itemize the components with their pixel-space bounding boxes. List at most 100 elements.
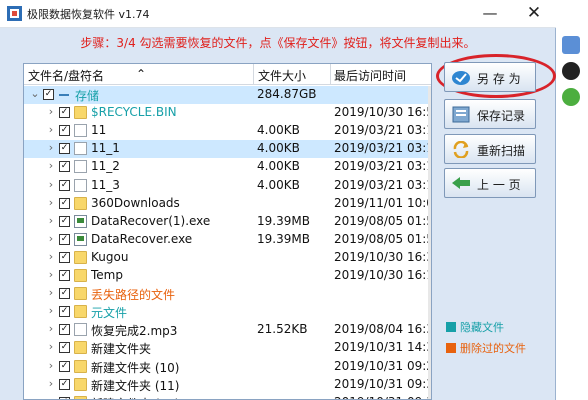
tree-row[interactable]: › ✓ 丢失路径的文件 bbox=[24, 285, 431, 303]
tree-row[interactable]: › ✓ 恢复完成2.mp3 21.52KB 2019/08/04 16:3 bbox=[24, 321, 431, 339]
tree-row[interactable]: › ✓ Temp 2019/10/30 16:1 bbox=[24, 267, 431, 285]
row-name: 新建文件夹 (11) bbox=[91, 378, 180, 393]
expand-chevron-icon[interactable]: › bbox=[46, 250, 56, 263]
expand-chevron-icon[interactable]: › bbox=[46, 340, 56, 353]
expand-chevron-icon[interactable]: › bbox=[46, 322, 56, 335]
tree-row[interactable]: › ✓ $RECYCLE.BIN 2019/10/30 16:5 bbox=[24, 104, 431, 122]
expand-chevron-icon[interactable]: › bbox=[46, 159, 56, 172]
row-checkbox[interactable]: ✓ bbox=[59, 342, 70, 354]
minimize-button[interactable]: — bbox=[468, 0, 512, 28]
row-date: 2019/03/21 03:1 bbox=[334, 123, 432, 138]
tree-row[interactable]: › ✓ 新建文件夹 (11) 2019/10/31 09:3 bbox=[24, 376, 431, 394]
title-bar[interactable]: 极限数据恢复软件 v1.74 — ✕ bbox=[0, 0, 556, 28]
save-as-button[interactable]: 另 存 为 bbox=[444, 62, 536, 92]
expand-chevron-icon[interactable]: › bbox=[46, 232, 56, 245]
expand-chevron-icon[interactable]: › bbox=[46, 304, 56, 317]
collapse-chevron-icon[interactable]: ⌄ bbox=[30, 87, 40, 100]
expand-chevron-icon[interactable]: › bbox=[46, 268, 56, 281]
row-checkbox[interactable]: ✓ bbox=[59, 197, 70, 209]
tree-row[interactable]: › ✓ 11 4.00KB 2019/03/21 03:1 bbox=[24, 122, 432, 140]
column-name-header[interactable]: 文件名/盘符名 bbox=[28, 67, 104, 84]
orange-swatch bbox=[446, 343, 456, 353]
row-name: Kugou bbox=[91, 249, 129, 264]
tree-row[interactable]: › ✓ DataRecover(1).exe 19.39MB 2019/08/05 01… bbox=[24, 213, 432, 231]
refresh-icon bbox=[453, 141, 469, 158]
row-size: 21.52KB bbox=[257, 322, 308, 337]
row-checkbox[interactable]: ✓ bbox=[59, 324, 70, 336]
close-button[interactable]: ✕ bbox=[512, 0, 556, 28]
row-checkbox[interactable]: ✓ bbox=[59, 143, 70, 155]
tree-row[interactable]: › ✓ 11_3 4.00KB 2019/03/21 03:1 bbox=[24, 177, 431, 195]
status-icon[interactable] bbox=[562, 88, 580, 106]
expand-chevron-icon[interactable]: › bbox=[46, 141, 56, 154]
tree-row[interactable]: › ✓ 新建文件夹 (10) 2019/10/31 09:2 bbox=[24, 358, 431, 376]
qq-icon[interactable] bbox=[562, 62, 580, 80]
step-instruction: 步骤：3/4 勾选需要恢复的文件，点《保存文件》按钮，将文件复制出来。 bbox=[80, 36, 476, 50]
file-tree[interactable]: 文件名/盘符名 ⌃ 文件大小 最后访问时间 ⌄ ✓ 存储 284.87GB › ✓ $REC… bbox=[23, 63, 432, 400]
tree-row[interactable]: › ✓ Kugou 2019/10/30 16:3 bbox=[24, 249, 431, 267]
folder-icon bbox=[74, 106, 87, 120]
expand-chevron-icon[interactable]: › bbox=[46, 377, 56, 390]
row-name: 11_3 bbox=[91, 177, 120, 192]
row-checkbox[interactable]: ✓ bbox=[43, 89, 54, 100]
expand-chevron-icon[interactable]: › bbox=[46, 214, 56, 227]
expand-chevron-icon[interactable]: › bbox=[46, 105, 56, 118]
row-name: 元文件 bbox=[91, 306, 128, 321]
expand-chevron-icon[interactable]: › bbox=[46, 196, 56, 209]
tree-root-row[interactable]: ⌄ ✓ 存储 284.87GB bbox=[24, 86, 431, 104]
row-size: 4.00KB bbox=[257, 141, 300, 156]
previous-page-button[interactable]: 上 一 页 bbox=[444, 168, 536, 198]
row-name: 360Downloads bbox=[91, 195, 180, 210]
folder-icon bbox=[74, 341, 87, 355]
row-size: 19.39MB bbox=[257, 231, 310, 246]
row-date: 2019/03/21 03:1 bbox=[334, 141, 432, 156]
row-checkbox[interactable]: ✓ bbox=[59, 125, 70, 137]
row-checkbox[interactable]: ✓ bbox=[59, 107, 70, 119]
app-logo-icon bbox=[7, 6, 22, 21]
column-divider[interactable] bbox=[330, 64, 331, 85]
row-name: Temp bbox=[91, 268, 123, 282]
tree-row[interactable]: ›✓新建文件夹 (12)2019/10/31 09:3 bbox=[24, 394, 431, 399]
row-checkbox[interactable]: ✓ bbox=[59, 288, 70, 300]
log-icon bbox=[452, 106, 470, 123]
tree-row[interactable]: › ✓ 11_2 4.00KB 2019/03/21 03:1 bbox=[24, 158, 432, 176]
row-name: 恢复完成2.mp3 bbox=[91, 324, 178, 339]
folder-icon bbox=[74, 395, 87, 399]
row-checkbox[interactable]: ✓ bbox=[59, 215, 70, 227]
row-checkbox[interactable]: ✓ bbox=[59, 306, 70, 318]
expand-chevron-icon[interactable]: › bbox=[46, 286, 56, 299]
column-date-header[interactable]: 最后访问时间 bbox=[334, 67, 406, 84]
expand-chevron-icon[interactable]: › bbox=[46, 178, 56, 191]
save-log-button[interactable]: 保存记录 bbox=[444, 99, 536, 129]
row-checkbox[interactable]: ✓ bbox=[59, 251, 70, 263]
row-date: 2019/03/21 03:1 bbox=[334, 159, 432, 174]
expand-chevron-icon[interactable]: › bbox=[46, 395, 56, 399]
tree-row[interactable]: › ✓ 11_1 4.00KB 2019/03/21 03:1 bbox=[24, 140, 432, 159]
drive-icon bbox=[59, 94, 69, 96]
tree-row[interactable]: › ✓ 新建文件夹 2019/10/31 14:3 bbox=[24, 339, 431, 357]
row-checkbox[interactable]: ✓ bbox=[59, 233, 70, 245]
row-date: 2019/10/31 09:3 bbox=[334, 395, 431, 399]
expand-chevron-icon[interactable]: › bbox=[46, 359, 56, 372]
tree-row[interactable]: › ✓ 元文件 bbox=[24, 303, 431, 321]
column-divider[interactable] bbox=[253, 64, 254, 85]
tree-row[interactable]: › ✓ DataRecover.exe 19.39MB 2019/08/05 01:5 bbox=[24, 231, 431, 249]
row-checkbox[interactable]: ✓ bbox=[59, 161, 70, 173]
row-checkbox[interactable]: ✓ bbox=[59, 378, 70, 390]
row-date: 2019/08/05 01:5 bbox=[334, 213, 432, 228]
row-checkbox[interactable]: ✓ bbox=[59, 179, 70, 191]
tree-row[interactable]: › ✓ 360Downloads 2019/11/01 10:0 bbox=[24, 195, 431, 213]
row-size: 4.00KB bbox=[257, 123, 300, 138]
row-checkbox[interactable]: ✓ bbox=[59, 360, 70, 372]
row-checkbox[interactable]: ✓ bbox=[59, 270, 70, 281]
rescan-button[interactable]: 重新扫描 bbox=[444, 134, 536, 164]
row-name: DataRecover.exe bbox=[91, 231, 193, 246]
expand-chevron-icon[interactable]: › bbox=[46, 123, 56, 136]
row-name: $RECYCLE.BIN bbox=[91, 105, 177, 120]
row-name: 11_1 bbox=[91, 141, 120, 156]
vertical-scrollbar[interactable] bbox=[428, 86, 431, 399]
column-size-header[interactable]: 文件大小 bbox=[258, 67, 306, 84]
window-icon[interactable] bbox=[562, 36, 580, 54]
row-name: 存储 bbox=[75, 89, 100, 103]
sort-caret-icon: ⌃ bbox=[136, 67, 147, 81]
